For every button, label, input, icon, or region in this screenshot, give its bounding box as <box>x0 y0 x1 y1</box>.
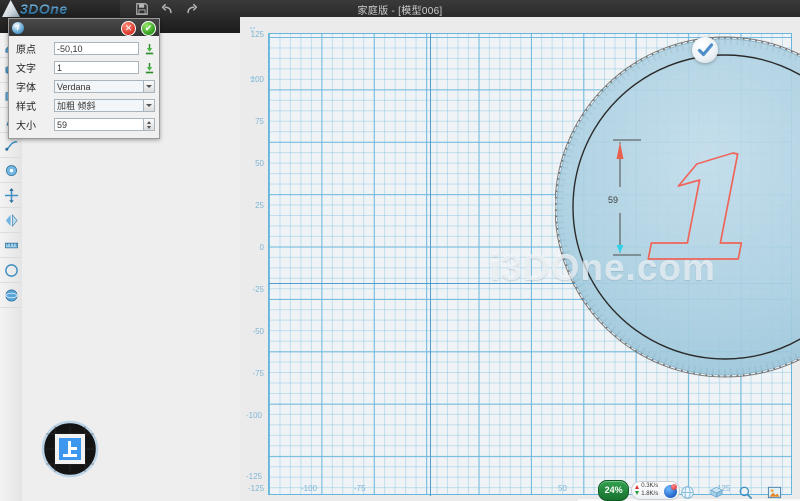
upload-arrow-icon <box>635 485 639 489</box>
y-tick: -25 <box>242 285 264 294</box>
dialog-header: i ✕ ✔ <box>9 19 159 36</box>
rate-values: 0.3K/s 1.8K/s <box>641 482 658 498</box>
y-tick: -50 <box>242 327 264 336</box>
pick-point-icon[interactable] <box>143 42 155 55</box>
download-rate: 1.8K/s <box>641 490 658 498</box>
field-font: 字体 Verdana <box>13 79 155 94</box>
cancel-button[interactable]: ✕ <box>121 21 136 36</box>
font-chevron-down-icon[interactable] <box>144 80 155 93</box>
y-tick: -75 <box>242 369 264 378</box>
y-tick: 50 <box>242 159 264 168</box>
rate-arrows <box>635 485 639 495</box>
field-origin-input[interactable]: -50,10 <box>54 42 139 55</box>
dimension-arrow[interactable] <box>595 135 645 260</box>
field-font-value[interactable]: Verdana <box>54 80 144 93</box>
field-origin: 原点 -50,10 <box>13 41 155 56</box>
y-tick: 25 <box>242 201 264 210</box>
circle-icon[interactable] <box>0 258 22 283</box>
field-style-label: 样式 <box>13 98 54 113</box>
y-tick: 75 <box>242 117 264 126</box>
x-tick: 50 <box>558 484 567 493</box>
sketch-text-outline[interactable] <box>645 142 760 272</box>
viewport[interactable]: 125 100 75 50 25 0 -25 -50 -75 -100 -125… <box>240 17 800 501</box>
style-chevron-down-icon[interactable] <box>144 99 155 112</box>
y-tick: 0 <box>242 243 264 252</box>
y-axis <box>430 34 431 496</box>
globe-icon[interactable] <box>680 485 695 500</box>
download-percent: 24% <box>598 480 629 501</box>
field-text-label: 文字 <box>13 60 54 75</box>
sphere-icon[interactable] <box>0 283 22 308</box>
app-window: 3DOne 家庭版 - [模型006] <box>0 0 800 501</box>
confirm-button[interactable]: ✔ <box>141 21 156 36</box>
move-icon[interactable] <box>0 183 22 208</box>
download-manager-widget[interactable]: 24% 0.3K/s 1.8K/s <box>598 480 680 500</box>
dialog-buttons: ✕ ✔ <box>121 21 156 36</box>
x-tick: -75 <box>354 484 366 493</box>
zoom-icon[interactable] <box>738 485 753 500</box>
field-size-label: 大小 <box>13 117 54 132</box>
download-arrow-icon <box>635 491 639 495</box>
field-text-input[interactable]: 1 <box>54 61 139 74</box>
view-cube-up[interactable] <box>32 420 108 478</box>
y-tick: -100 <box>240 411 262 420</box>
mirror-icon[interactable] <box>0 208 22 233</box>
field-text: 文字 1 <box>13 60 155 75</box>
field-size: 大小 59 <box>13 117 155 132</box>
upload-rate: 0.3K/s <box>641 482 658 490</box>
field-size-input[interactable]: 59 <box>54 118 144 131</box>
window-title: 家庭版 - [模型006] <box>0 2 800 17</box>
accept-sketch-button[interactable] <box>692 37 718 63</box>
assembly-icon[interactable] <box>0 158 22 183</box>
pick-text-icon[interactable] <box>143 61 155 74</box>
tick-mark-icon <box>250 77 256 82</box>
check-icon <box>697 42 714 59</box>
field-style: 样式 加粗 倾斜 <box>13 98 155 113</box>
cube-icon[interactable] <box>709 485 724 500</box>
text-tool-dialog: i ✕ ✔ 原点 -50,10 文字 1 字体 <box>8 18 160 139</box>
y-tick: -125 <box>240 472 262 481</box>
field-style-value[interactable]: 加粗 倾斜 <box>54 99 144 112</box>
download-rates-panel: 0.3K/s 1.8K/s <box>631 481 680 500</box>
tick-mark-icon <box>250 27 256 32</box>
x-tick: -125 <box>248 484 264 493</box>
x-tick: -100 <box>301 484 317 493</box>
download-app-logo-icon[interactable] <box>664 485 677 498</box>
field-origin-label: 原点 <box>13 41 54 56</box>
info-icon: i <box>12 22 24 34</box>
size-stepper[interactable] <box>144 118 155 131</box>
render-image-icon[interactable] <box>767 485 782 500</box>
measure-icon[interactable] <box>0 233 22 258</box>
dialog-body: 原点 -50,10 文字 1 字体 Verdana 样式 加粗 <box>9 36 159 138</box>
field-font-label: 字体 <box>13 79 54 94</box>
title-bar: 3DOne 家庭版 - [模型006] <box>0 0 800 18</box>
